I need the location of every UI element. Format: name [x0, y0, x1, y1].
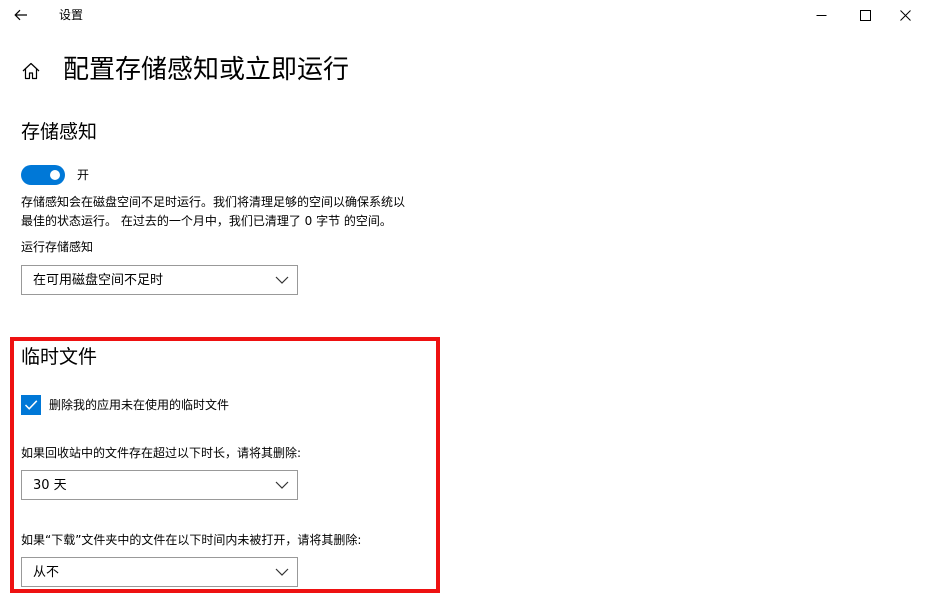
title-bar: 设置 — [0, 0, 925, 30]
dropdown-value: 在可用磁盘空间不足时 — [33, 273, 164, 288]
home-icon — [22, 62, 40, 80]
toggle-state-label: 开 — [77, 168, 90, 182]
description-line: 最佳的状态运行。 在过去的一个月中，我们已清理了 0 字节 的空间。 — [21, 214, 392, 228]
back-button[interactable] — [4, 0, 38, 30]
highlight-box — [10, 337, 440, 593]
recycle-bin-label: 如果回收站中的文件存在超过以下时长，请将其删除: — [21, 446, 302, 460]
storage-sense-description: 存储感知会在磁盘空间不足时运行。我们将清理足够的空间以确保系统以 最佳的状态运行… — [21, 193, 481, 231]
storage-sense-heading: 存储感知 — [21, 121, 98, 143]
temp-files-heading: 临时文件 — [21, 346, 98, 368]
minimize-icon — [816, 14, 826, 16]
close-button[interactable] — [885, 0, 925, 30]
description-line: 存储感知会在磁盘空间不足时运行。我们将清理足够的空间以确保系统以 — [21, 195, 406, 209]
downloads-folder-dropdown[interactable]: 从不 — [21, 557, 298, 587]
checkmark-icon — [24, 400, 38, 410]
run-storage-sense-label: 运行存储感知 — [21, 240, 94, 254]
dropdown-value: 从不 — [33, 565, 60, 580]
page-title: 配置存储感知或立即运行 — [63, 55, 350, 85]
maximize-icon — [859, 9, 871, 21]
downloads-folder-label: 如果“下载”文件夹中的文件在以下时间内未被打开，请将其删除: — [21, 533, 362, 547]
chevron-down-icon — [275, 568, 289, 576]
run-storage-sense-dropdown[interactable]: 在可用磁盘空间不足时 — [21, 265, 298, 295]
storage-sense-toggle[interactable] — [21, 165, 65, 185]
arrow-left-icon — [14, 9, 27, 21]
minimize-button[interactable] — [798, 0, 844, 30]
app-title: 设置 — [59, 8, 84, 22]
delete-temp-files-label: 删除我的应用未在使用的临时文件 — [49, 398, 230, 412]
recycle-bin-dropdown[interactable]: 30 天 — [21, 470, 298, 500]
home-button[interactable] — [18, 58, 44, 84]
close-icon — [899, 9, 911, 21]
maximize-button[interactable] — [842, 0, 888, 30]
chevron-down-icon — [275, 481, 289, 489]
dropdown-value: 30 天 — [33, 478, 67, 493]
toggle-knob — [50, 170, 60, 180]
chevron-down-icon — [275, 276, 289, 284]
delete-temp-files-checkbox[interactable] — [21, 395, 41, 415]
settings-window: 设置 配置存储感知或立即运行 存储感知 开 存储感知会在磁盘空间不足时运行。我们 — [0, 0, 925, 605]
